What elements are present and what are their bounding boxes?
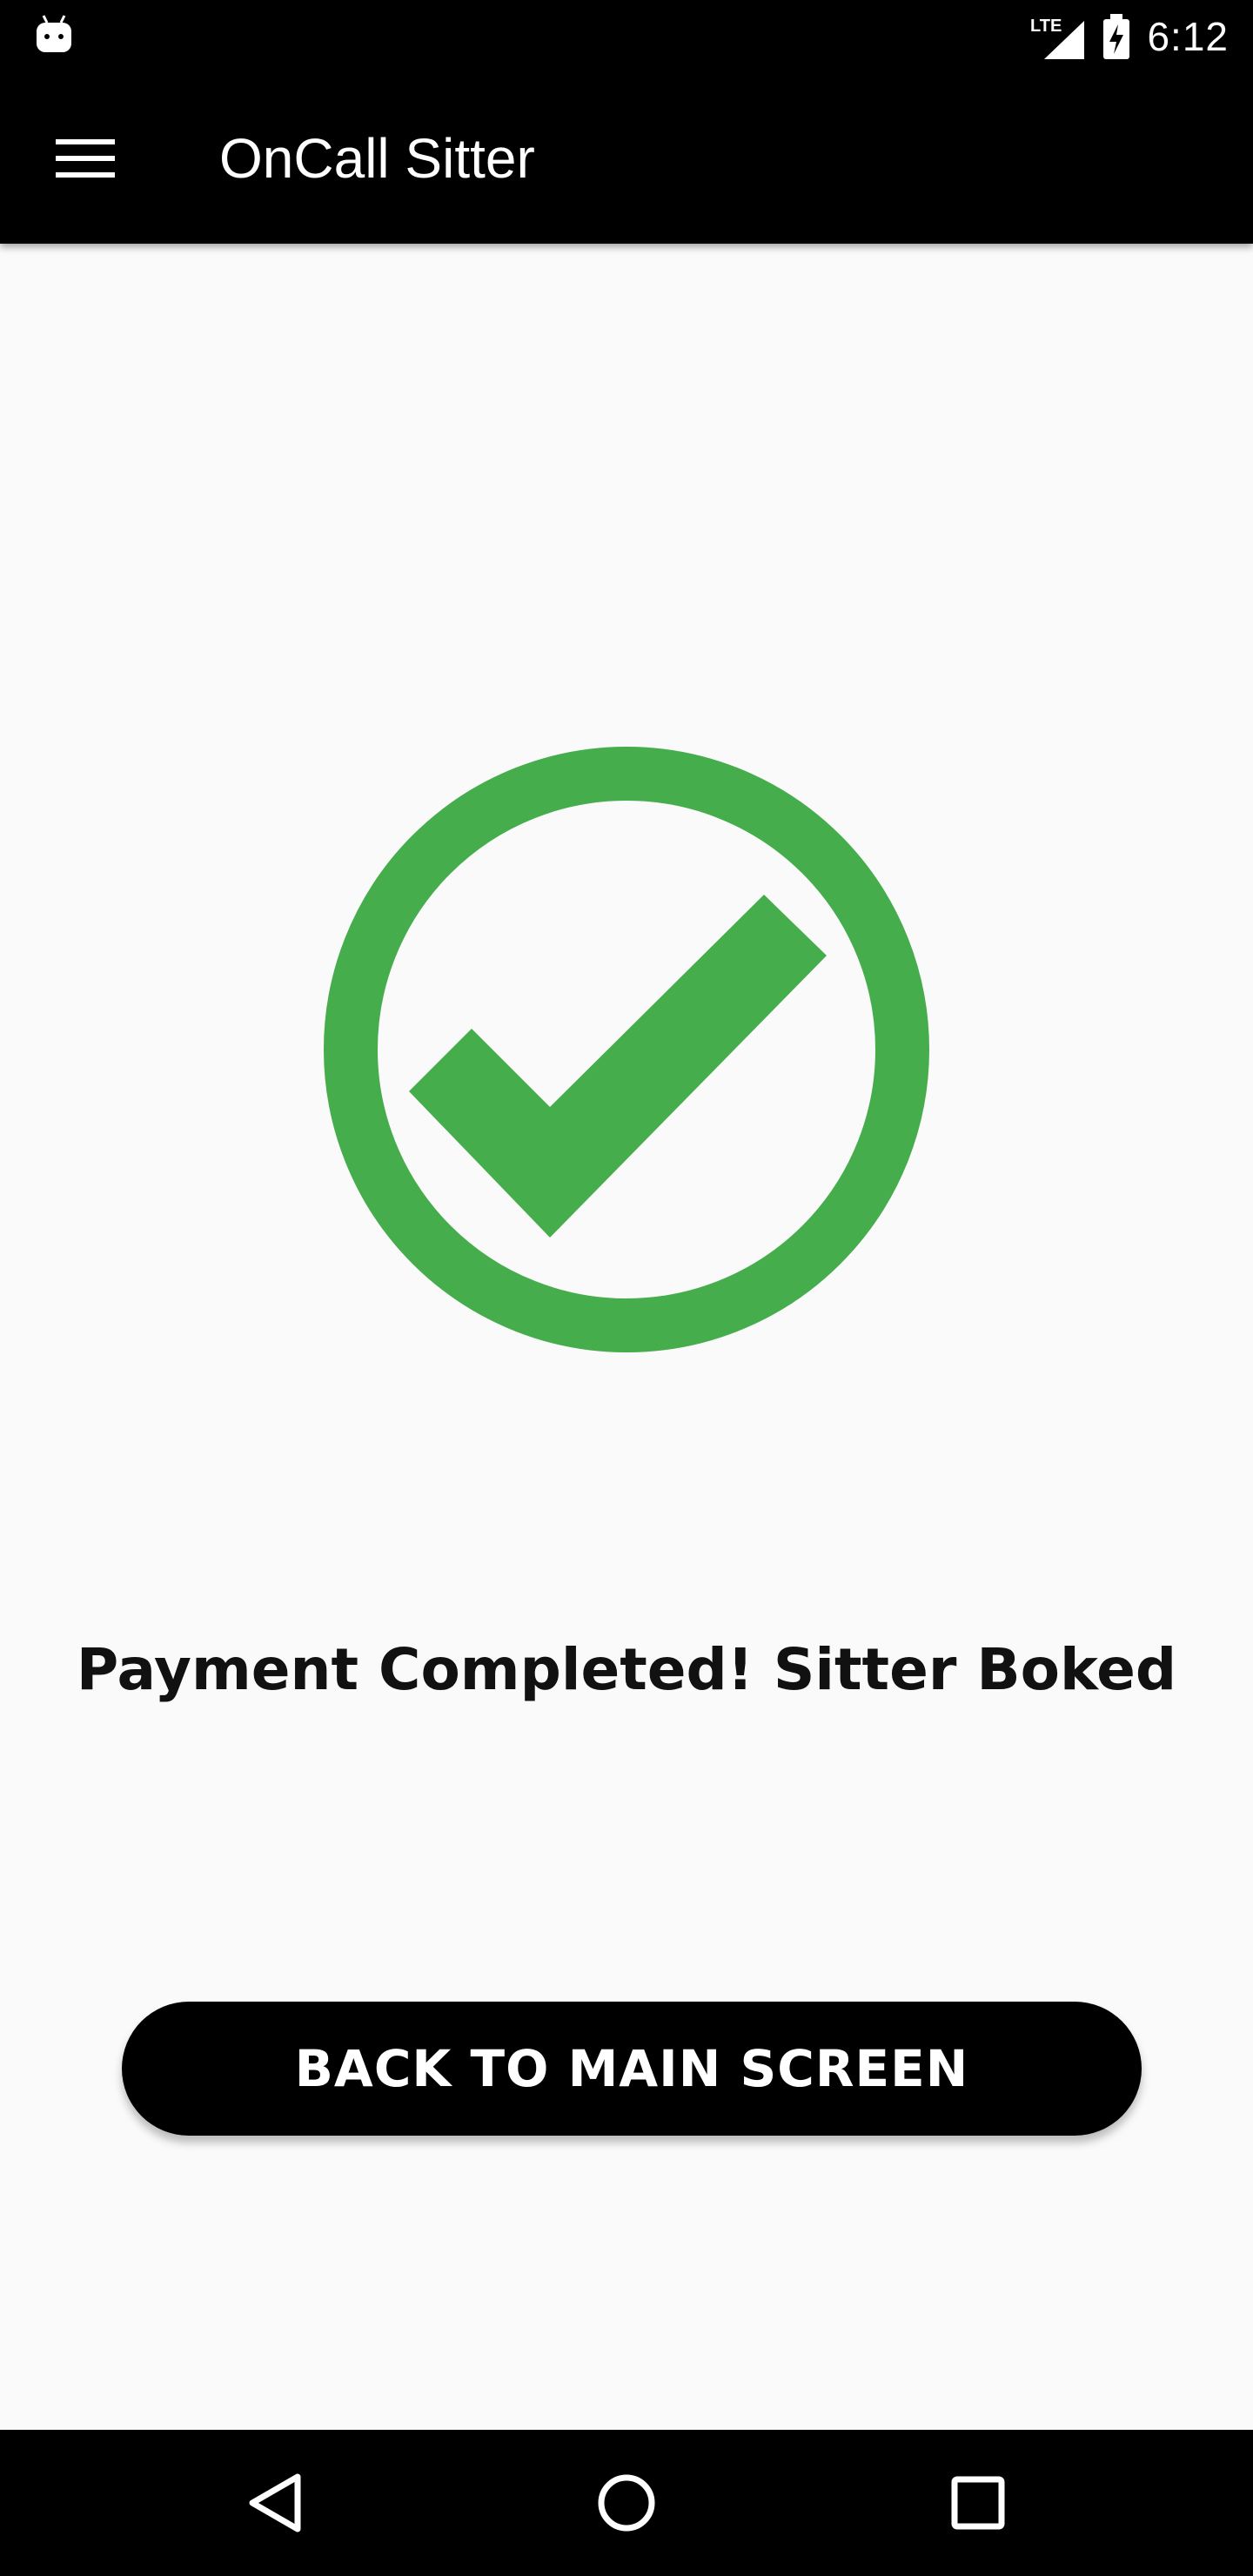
nav-home-button[interactable] xyxy=(583,2459,670,2546)
hamburger-menu-icon xyxy=(56,139,115,178)
app-bar: OnCall Sitter xyxy=(0,73,1253,244)
payment-status-message: Payment Completed! Sitter Boked xyxy=(76,1636,1177,1703)
check-circle-icon xyxy=(324,747,929,1352)
battery-charging-icon xyxy=(1103,14,1130,59)
network-label: LTE xyxy=(1030,17,1062,36)
nav-back-button[interactable] xyxy=(231,2459,318,2546)
status-time: 6:12 xyxy=(1147,14,1229,59)
status-icons: LTE 6:12 xyxy=(1030,0,1229,73)
android-notification-icon xyxy=(37,15,71,52)
back-triangle-icon xyxy=(249,2473,301,2532)
home-circle-icon xyxy=(598,2474,655,2532)
menu-button[interactable] xyxy=(44,124,127,193)
back-to-main-screen-button[interactable]: BACK TO MAIN SCREEN xyxy=(122,2002,1142,2136)
navigation-bar xyxy=(0,2430,1253,2576)
screen: LTE 6:12 OnCall Sitter Payment Completed… xyxy=(0,0,1253,2576)
app-title: OnCall Sitter xyxy=(219,127,535,190)
recents-square-icon xyxy=(951,2476,1005,2530)
status-bar: LTE 6:12 xyxy=(0,0,1253,73)
nav-recents-button[interactable] xyxy=(935,2459,1022,2546)
lte-signal-icon: LTE xyxy=(1030,17,1085,59)
